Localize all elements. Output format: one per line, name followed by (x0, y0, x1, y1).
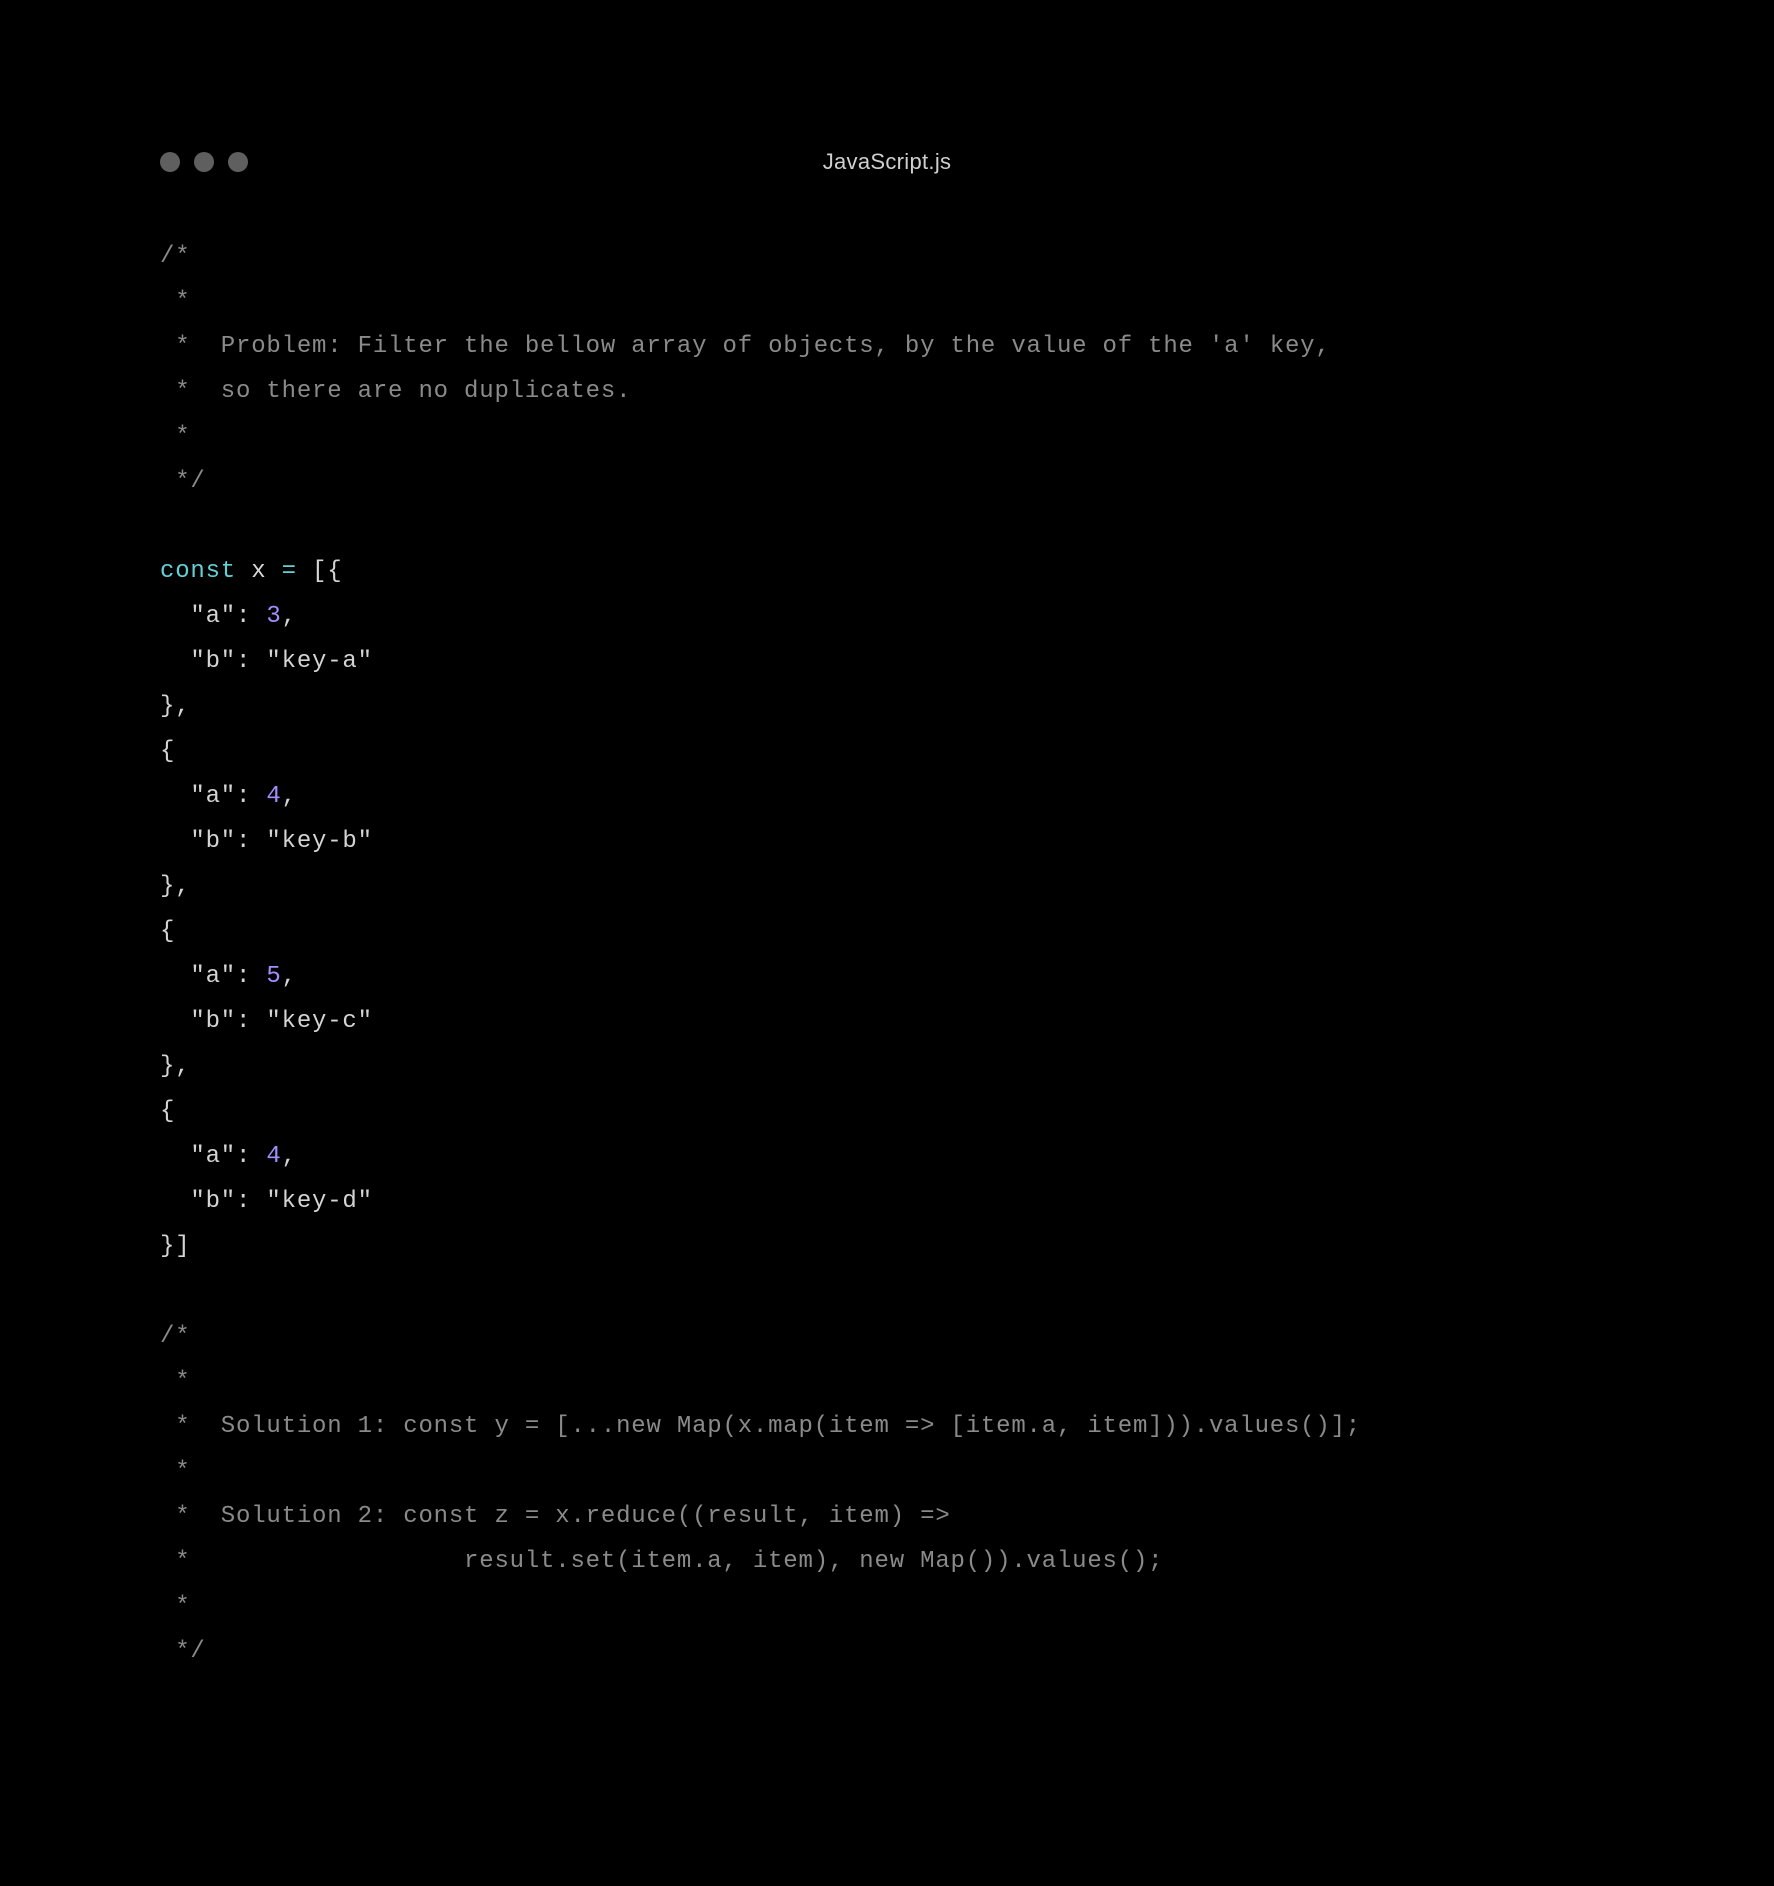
code-editor[interactable]: /* * * Problem: Filter the bellow array … (160, 234, 1614, 1674)
keyword-const: const (160, 558, 236, 585)
string-key: "b" (190, 648, 236, 675)
string-key: "a" (190, 603, 236, 630)
colon: : (236, 648, 251, 675)
brace-open: { (160, 918, 175, 945)
comma: , (282, 603, 297, 630)
minimize-icon[interactable] (194, 152, 214, 172)
comment-line: /* (160, 1323, 190, 1350)
brace-close-comma: }, (160, 693, 190, 720)
comment-line: */ (160, 468, 206, 495)
comment-line: * so there are no duplicates. (160, 378, 631, 405)
comment-line: * (160, 423, 190, 450)
colon: : (236, 603, 251, 630)
identifier: x (251, 558, 266, 585)
string-key: "a" (190, 963, 236, 990)
operator-equals: = (282, 558, 297, 585)
colon: : (236, 963, 251, 990)
string-key: "a" (190, 1143, 236, 1170)
string-key: "a" (190, 783, 236, 810)
bracket-open: [{ (312, 558, 342, 585)
comment-line: * (160, 1368, 190, 1395)
comment-line: * (160, 1593, 190, 1620)
comment-line: /* (160, 243, 190, 270)
brace-close-comma: }, (160, 873, 190, 900)
colon: : (236, 783, 251, 810)
number-literal: 3 (266, 603, 281, 630)
brace-open: { (160, 1098, 175, 1125)
comment-line: * Solution 1: const y = [...new Map(x.ma… (160, 1413, 1361, 1440)
comma: , (282, 783, 297, 810)
zoom-icon[interactable] (228, 152, 248, 172)
comment-line: * (160, 1458, 190, 1485)
comma: , (282, 1143, 297, 1170)
comment-line: * (160, 288, 190, 315)
colon: : (236, 828, 251, 855)
number-literal: 4 (266, 1143, 281, 1170)
window-title: JavaScript.js (823, 149, 952, 175)
string-literal: "key-d" (266, 1188, 372, 1215)
comment-line: */ (160, 1638, 206, 1665)
bracket-close: }] (160, 1233, 190, 1260)
close-icon[interactable] (160, 152, 180, 172)
number-literal: 4 (266, 783, 281, 810)
brace-open: { (160, 738, 175, 765)
comment-line: * Solution 2: const z = x.reduce((result… (160, 1503, 951, 1530)
colon: : (236, 1188, 251, 1215)
comma: , (282, 963, 297, 990)
traffic-light-group (160, 152, 248, 172)
number-literal: 5 (266, 963, 281, 990)
window-titlebar: JavaScript.js (160, 150, 1614, 174)
comment-line: * Problem: Filter the bellow array of ob… (160, 333, 1331, 360)
string-key: "b" (190, 1008, 236, 1035)
string-literal: "key-b" (266, 828, 372, 855)
comment-line: * result.set(item.a, item), new Map()).v… (160, 1548, 1163, 1575)
string-key: "b" (190, 828, 236, 855)
string-literal: "key-c" (266, 1008, 372, 1035)
brace-close-comma: }, (160, 1053, 190, 1080)
string-literal: "key-a" (266, 648, 372, 675)
colon: : (236, 1143, 251, 1170)
string-key: "b" (190, 1188, 236, 1215)
colon: : (236, 1008, 251, 1035)
